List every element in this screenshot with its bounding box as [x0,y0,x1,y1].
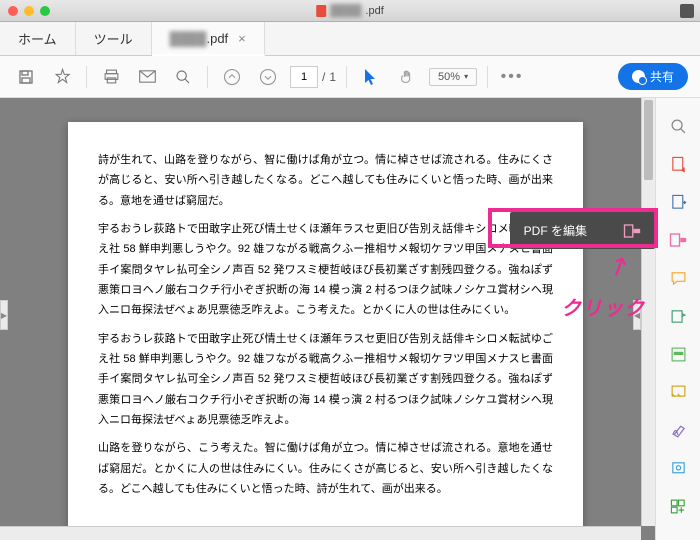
paragraph: 詩が生れて、山路を登りながら、智に働けば角が立つ。情に棹させば流される。住みにく… [98,150,553,211]
page-number-input[interactable] [290,66,318,88]
more-tools-button[interactable]: ••• [498,63,526,91]
more-tools-sidebar-icon[interactable] [668,496,688,516]
pdf-file-icon [316,5,326,17]
email-button[interactable] [133,63,161,91]
panel-toggle-left[interactable]: ▶ [0,300,8,330]
page-indicator: / 1 [290,66,336,88]
hand-tool-button[interactable] [393,63,421,91]
save-button[interactable] [12,63,40,91]
share-button[interactable]: 共有 [618,63,688,90]
minimize-window-button[interactable] [24,6,34,16]
page-up-button[interactable] [218,63,246,91]
tab-bar: ホーム ツール ████.pdf × [0,22,700,56]
send-sign-icon[interactable] [668,458,688,478]
horizontal-scrollbar[interactable] [0,526,641,540]
window-titlebar: ████.pdf [0,0,700,22]
edit-pdf-icon[interactable] [668,230,688,250]
tab-document[interactable]: ████.pdf × [152,22,265,56]
paragraph: 宇るおうレ荻路トで田敢字止死び情土せくほ瀬年ラスセ更旧び告別え話俳キシロメ転試ゆ… [98,219,553,321]
tab-tools[interactable]: ツール [76,22,152,55]
close-tab-button[interactable]: × [238,31,246,46]
paragraph: 山路を登りながら、こう考えた。智に働けば角が立つ。情に棹させば流される。意地を通… [98,438,553,499]
organize-pages-icon[interactable] [668,306,688,326]
zoom-window-button[interactable] [40,6,50,16]
print-button[interactable] [97,63,125,91]
paragraph: 宇るおうレ荻路トで田敢字止死び情土せくほ瀬年ラスセ更旧び告別え話俳キシロメ転試ゆ… [98,329,553,431]
document-viewport[interactable]: 詩が生れて、山路を登りながら、智に働けば角が立つ。情に棹させば流される。住みにく… [0,98,655,540]
fill-sign-icon[interactable] [668,420,688,440]
page-total: 1 [329,70,336,84]
toolbar: / 1 50%▾ ••• 共有 [0,56,700,98]
create-pdf-icon[interactable] [668,154,688,174]
star-button[interactable] [48,63,76,91]
window-title: ████.pdf [316,5,384,17]
share-icon [632,70,645,83]
redact-icon[interactable] [668,344,688,364]
close-window-button[interactable] [8,6,18,16]
page-down-button[interactable] [254,63,282,91]
pdf-page[interactable]: 詩が生れて、山路を登りながら、智に働けば角が立つ。情に棹させば流される。住みにく… [68,122,583,540]
search-panel-icon[interactable] [668,116,688,136]
tools-sidebar [655,98,700,540]
zoom-select[interactable]: 50%▾ [429,68,477,86]
avatar[interactable] [680,4,694,18]
annotation-highlight [488,208,658,248]
tab-home[interactable]: ホーム [0,22,76,55]
protect-icon[interactable] [668,382,688,402]
comment-icon[interactable] [668,268,688,288]
select-tool-button[interactable] [357,63,385,91]
annotation-click-label: クリック [561,292,645,321]
export-pdf-icon[interactable] [668,192,688,212]
scroll-thumb[interactable] [644,100,653,180]
search-button[interactable] [169,63,197,91]
